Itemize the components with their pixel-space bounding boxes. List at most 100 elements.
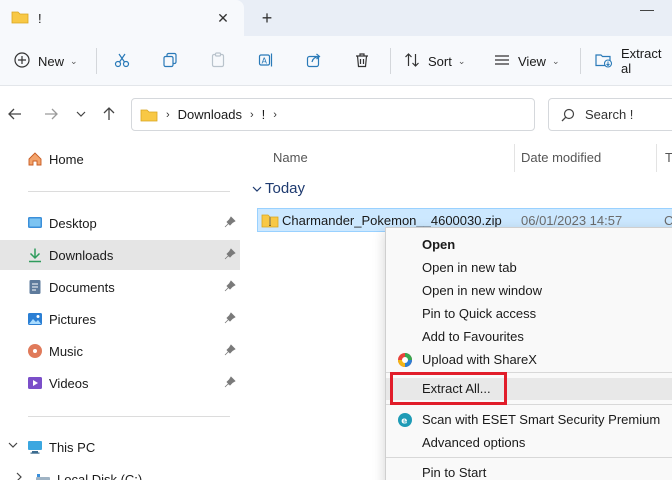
folder-icon	[11, 10, 29, 27]
close-icon[interactable]: ✕	[212, 7, 234, 29]
pin-icon[interactable]	[224, 216, 236, 231]
menu-item-pin-start[interactable]: Pin to Start	[386, 462, 672, 480]
copy-button[interactable]	[162, 48, 178, 74]
sidebar-item-pictures[interactable]: Pictures	[0, 304, 240, 334]
command-bar: New ⌄ A Sort ⌄ View ⌄ Extract al	[0, 36, 672, 86]
forward-arrow-icon[interactable]	[42, 105, 60, 123]
menu-item-label: Open in new window	[422, 283, 542, 298]
chevron-down-icon: ⌄	[551, 55, 560, 66]
context-menu: Open Open in new tab Open in new window …	[385, 227, 672, 480]
cut-button[interactable]	[114, 48, 130, 74]
paste-button[interactable]	[210, 48, 226, 74]
pin-icon[interactable]	[224, 280, 236, 295]
menu-item-open[interactable]: Open	[386, 234, 672, 256]
minimize-icon[interactable]	[640, 10, 654, 11]
chevron-down-icon[interactable]	[252, 184, 262, 195]
eset-icon: e	[397, 412, 413, 431]
menu-item-scan-eset[interactable]: e Scan with ESET Smart Security Premium	[386, 409, 672, 431]
download-icon	[27, 247, 43, 266]
pin-icon[interactable]	[224, 312, 236, 327]
copy-icon	[162, 52, 178, 71]
search-placeholder: Search !	[585, 107, 634, 122]
menu-item-advanced-options[interactable]: Advanced options	[386, 432, 672, 454]
menu-item-upload-sharex[interactable]: Upload with ShareX	[386, 349, 672, 371]
document-icon	[27, 279, 43, 298]
menu-item-label: Add to Favourites	[422, 329, 524, 344]
view-button[interactable]: View ⌄	[494, 48, 560, 74]
back-arrow-icon[interactable]	[6, 105, 24, 123]
column-divider[interactable]	[514, 144, 515, 172]
search-icon	[561, 108, 575, 122]
extract-all-label: Extract al	[621, 46, 662, 76]
column-header-type[interactable]: T	[665, 150, 672, 165]
sidebar-item-label: Videos	[49, 375, 89, 391]
column-divider[interactable]	[656, 144, 657, 172]
sidebar-item-label: Home	[49, 151, 84, 167]
group-header-today[interactable]: Today	[265, 180, 305, 197]
address-row: › Downloads › ! › Search !	[0, 86, 672, 142]
breadcrumb-downloads[interactable]: Downloads	[178, 107, 242, 122]
extract-all-button[interactable]: Extract al	[595, 46, 672, 76]
toolbar-divider	[390, 48, 391, 74]
menu-item-add-favourites[interactable]: Add to Favourites	[386, 326, 672, 348]
sidebar-item-videos[interactable]: Videos	[0, 368, 240, 398]
menu-item-open-new-window[interactable]: Open in new window	[386, 280, 672, 302]
rename-button[interactable]: A	[258, 48, 274, 74]
pin-icon[interactable]	[224, 376, 236, 391]
home-icon	[27, 151, 43, 170]
column-header-date[interactable]: Date modified	[521, 150, 601, 165]
pin-icon[interactable]	[224, 248, 236, 263]
sidebar-item-label: Desktop	[49, 215, 97, 231]
navigation-pane: Home Desktop Downloads Documents Picture…	[0, 142, 242, 480]
address-bar[interactable]: › Downloads › ! ›	[131, 98, 651, 131]
chevron-right-icon: ›	[250, 108, 254, 121]
sidebar-item-label: This PC	[49, 439, 96, 455]
chevron-down-icon: ⌄	[70, 55, 78, 66]
new-label: New	[38, 53, 65, 69]
chevron-right-icon: ›	[273, 108, 277, 121]
menu-separator	[386, 457, 672, 458]
sidebar-divider	[28, 416, 230, 417]
sidebar-item-this-pc[interactable]: This PC	[0, 432, 240, 462]
chevron-right-icon: ›	[166, 108, 170, 121]
annotation-highlight-box	[390, 372, 507, 405]
share-button[interactable]	[306, 48, 322, 74]
sort-button[interactable]: Sort ⌄	[404, 48, 465, 74]
file-type: C	[664, 213, 672, 228]
share-icon	[306, 52, 322, 71]
delete-button[interactable]	[354, 48, 370, 74]
chevron-down-icon: ⌄	[457, 55, 466, 66]
music-icon	[27, 343, 43, 362]
pin-icon[interactable]	[224, 344, 236, 359]
sidebar-item-desktop[interactable]: Desktop	[0, 208, 240, 238]
new-tab-button[interactable]: +	[256, 7, 278, 29]
sort-arrows-icon	[404, 52, 420, 71]
menu-item-label: Open	[422, 237, 456, 252]
scissors-icon	[114, 52, 130, 71]
sidebar-item-label: Downloads	[49, 247, 114, 263]
menu-item-open-new-tab[interactable]: Open in new tab	[386, 257, 672, 279]
menu-item-label: Pin to Start	[422, 465, 487, 480]
menu-item-label: Pin to Quick access	[422, 306, 537, 321]
sidebar-item-downloads[interactable]: Downloads	[0, 240, 240, 270]
sidebar-item-home[interactable]: Home	[0, 144, 240, 174]
breadcrumb-current[interactable]: !	[262, 107, 266, 122]
sidebar-item-local-disk[interactable]: Local Disk (C:)	[8, 464, 248, 480]
menu-item-label: Upload with ShareX	[422, 352, 537, 367]
sidebar-item-music[interactable]: Music	[0, 336, 240, 366]
column-header-name[interactable]: Name	[273, 150, 308, 165]
extract-icon	[595, 52, 613, 71]
clipboard-icon	[210, 51, 226, 71]
tab-current[interactable]: ! ✕	[0, 0, 244, 36]
menu-item-pin-quick-access[interactable]: Pin to Quick access	[386, 303, 672, 325]
sidebar-item-documents[interactable]: Documents	[0, 272, 240, 302]
chevron-down-icon[interactable]	[72, 105, 90, 123]
new-button[interactable]: New ⌄	[14, 48, 78, 74]
file-name: Charmander_Pokemon__4600030.zip	[282, 213, 502, 228]
rename-icon: A	[258, 52, 274, 71]
menu-item-label: Scan with ESET Smart Security Premium	[422, 412, 661, 427]
search-box[interactable]: Search !	[548, 98, 672, 131]
up-arrow-icon[interactable]	[100, 105, 118, 123]
sharex-icon	[397, 352, 413, 371]
zip-folder-icon	[261, 212, 279, 231]
